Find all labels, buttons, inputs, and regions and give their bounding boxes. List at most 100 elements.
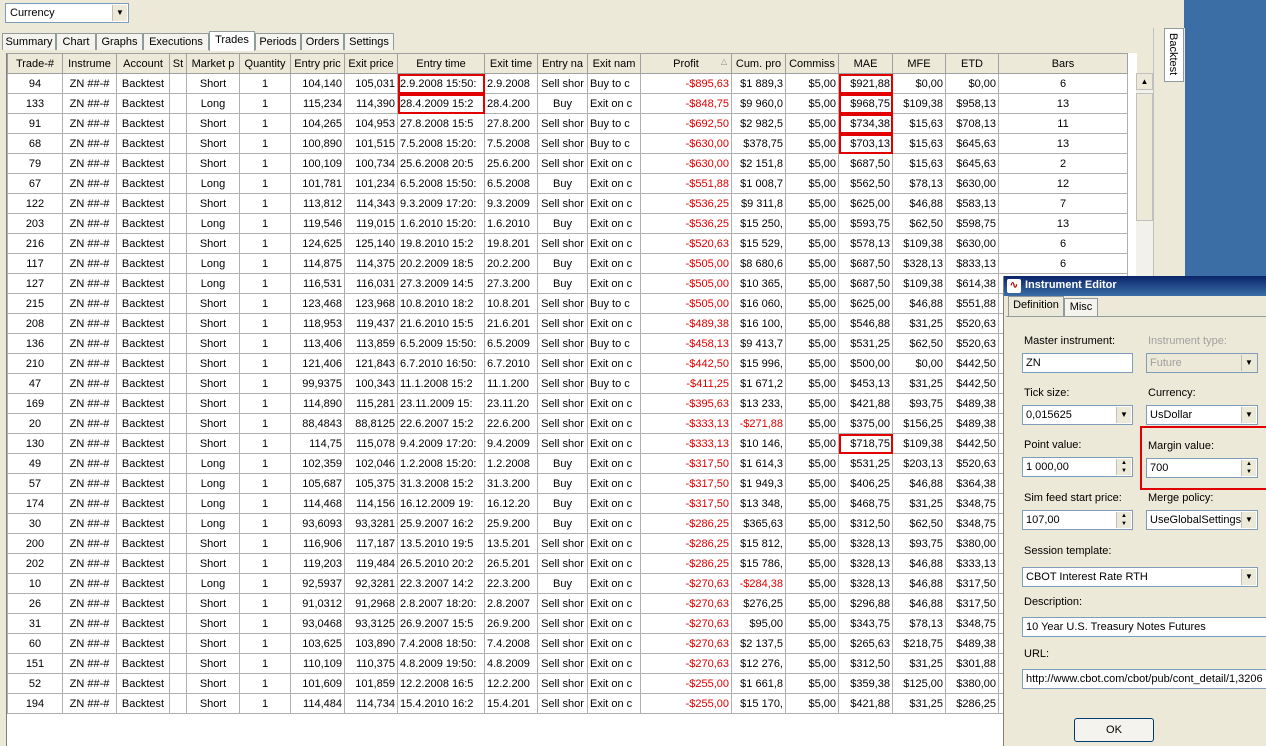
- dialog-titlebar[interactable]: ∿ Instrument Editor: [1004, 276, 1266, 296]
- description-field[interactable]: 10 Year U.S. Treasury Notes Futures: [1022, 617, 1266, 637]
- table-row[interactable]: 174 ZN ##-# Backtest Long 1 114,468 114,156 16.…: [7, 493, 1128, 514]
- table-cell: 6.5.2009: [484, 333, 538, 354]
- table-cell: 10.8.201: [484, 293, 538, 314]
- tab-chart[interactable]: Chart: [56, 33, 96, 50]
- column-header[interactable]: St: [169, 53, 187, 74]
- table-cell: $645,63: [945, 133, 999, 154]
- table-cell: $5,00: [785, 393, 839, 414]
- table-cell: Exit on c: [587, 553, 641, 574]
- table-row[interactable]: 210 ZN ##-# Backtest Short 1 121,406 121,843 6.…: [7, 353, 1128, 374]
- table-cell: 10.8.2010 18:2: [397, 293, 485, 314]
- column-header[interactable]: Profit △: [640, 53, 732, 74]
- column-header[interactable]: MAE: [838, 53, 893, 74]
- merge-policy-field[interactable]: UseGlobalSettings ▼: [1146, 510, 1258, 530]
- table-cell: $380,00: [945, 673, 999, 694]
- table-row[interactable]: 117 ZN ##-# Backtest Long 1 114,875 114,375 20.…: [7, 253, 1128, 274]
- table-row[interactable]: 49 ZN ##-# Backtest Long 1 102,359 102,046 1.2.…: [7, 453, 1128, 474]
- column-header[interactable]: Commiss: [785, 53, 839, 74]
- table-row[interactable]: 20 ZN ##-# Backtest Short 1 88,4843 88,8125 22.…: [7, 413, 1128, 434]
- column-header[interactable]: Exit time: [484, 53, 538, 74]
- table-row[interactable]: 133 ZN ##-# Backtest Long 1 115,234 114,390 28.…: [7, 93, 1128, 114]
- table-row[interactable]: 26 ZN ##-# Backtest Short 1 91,0312 91,2968 2.8…: [7, 593, 1128, 614]
- table-cell: 22.3.2007 14:2: [397, 573, 485, 594]
- column-header[interactable]: Market p: [186, 53, 240, 74]
- tick-size-field[interactable]: 0,015625 ▼: [1022, 405, 1133, 425]
- table-row[interactable]: 136 ZN ##-# Backtest Short 1 113,406 113,859 6.…: [7, 333, 1128, 354]
- table-row[interactable]: 169 ZN ##-# Backtest Short 1 114,890 115,281 23…: [7, 393, 1128, 414]
- table-cell: $5,00: [785, 633, 839, 654]
- column-header[interactable]: MFE: [892, 53, 946, 74]
- scroll-thumb[interactable]: [1136, 93, 1153, 221]
- tab-executions[interactable]: Executions: [143, 33, 209, 50]
- table-row[interactable]: 57 ZN ##-# Backtest Long 1 105,687 105,375 31.3…: [7, 473, 1128, 494]
- table-row[interactable]: 216 ZN ##-# Backtest Short 1 124,625 125,140 19…: [7, 233, 1128, 254]
- column-header[interactable]: Account: [116, 53, 170, 74]
- table-cell: 57: [7, 473, 63, 494]
- column-header[interactable]: Entry pric: [290, 53, 345, 74]
- table-row[interactable]: 127 ZN ##-# Backtest Long 1 116,531 116,031 27.…: [7, 273, 1128, 294]
- column-header[interactable]: Trade-#: [7, 53, 63, 74]
- chevron-down-icon[interactable]: ▼: [1241, 512, 1256, 528]
- table-row[interactable]: 52 ZN ##-# Backtest Short 1 101,609 101,859 12.…: [7, 673, 1128, 694]
- tab-definition[interactable]: Definition: [1008, 296, 1064, 316]
- tab-graphs[interactable]: Graphs: [96, 33, 143, 50]
- column-header[interactable]: Instrume: [62, 53, 117, 74]
- table-row[interactable]: 130 ZN ##-# Backtest Short 1 114,75 115,078 9.4…: [7, 433, 1128, 454]
- sim-feed-field[interactable]: 107,00 ▲ ▼: [1022, 510, 1133, 530]
- table-row[interactable]: 94 ZN ##-# Backtest Short 1 104,140 105,031 2.9…: [7, 73, 1128, 94]
- table-cell: $13 233,: [731, 393, 786, 414]
- column-header[interactable]: Exit price: [344, 53, 398, 74]
- table-cell: ZN ##-#: [62, 693, 117, 714]
- tab-misc[interactable]: Misc: [1064, 298, 1098, 316]
- table-row[interactable]: 194 ZN ##-# Backtest Short 1 114,484 114,734 15…: [7, 693, 1128, 714]
- point-value-field[interactable]: 1 000,00 ▲ ▼: [1022, 457, 1133, 477]
- column-header[interactable]: Exit nam: [587, 53, 641, 74]
- table-row[interactable]: 31 ZN ##-# Backtest Short 1 93,0468 93,3125 26.…: [7, 613, 1128, 634]
- chevron-down-icon[interactable]: ▼: [1241, 407, 1256, 423]
- table-row[interactable]: 203 ZN ##-# Backtest Long 1 119,546 119,015 1.6…: [7, 213, 1128, 234]
- table-row[interactable]: 151 ZN ##-# Backtest Short 1 110,109 110,375 4.…: [7, 653, 1128, 674]
- tab-settings[interactable]: Settings: [344, 33, 394, 50]
- table-cell: 1: [239, 213, 291, 234]
- table-row[interactable]: 202 ZN ##-# Backtest Short 1 119,203 119,484 26…: [7, 553, 1128, 574]
- currency-field[interactable]: UsDollar ▼: [1146, 405, 1258, 425]
- table-row[interactable]: 208 ZN ##-# Backtest Short 1 118,953 119,437 21…: [7, 313, 1128, 334]
- column-header[interactable]: Cum. pro: [731, 53, 786, 74]
- table-row[interactable]: 60 ZN ##-# Backtest Short 1 103,625 103,890 7.4…: [7, 633, 1128, 654]
- chevron-down-icon[interactable]: ▼: [112, 5, 127, 21]
- table-row[interactable]: 122 ZN ##-# Backtest Short 1 113,812 114,343 9.…: [7, 193, 1128, 214]
- chevron-down-icon[interactable]: ▼: [1241, 569, 1256, 585]
- table-cell: ZN ##-#: [62, 233, 117, 254]
- table-row[interactable]: 47 ZN ##-# Backtest Short 1 99,9375 100,343 11.…: [7, 373, 1128, 394]
- column-header[interactable]: Entry time: [397, 53, 485, 74]
- column-header[interactable]: Bars: [998, 53, 1128, 74]
- tab-orders[interactable]: Orders: [301, 33, 344, 50]
- table-row[interactable]: 68 ZN ##-# Backtest Short 1 100,890 101,515 7.5…: [7, 133, 1128, 154]
- master-instrument-field[interactable]: ZN: [1022, 353, 1133, 373]
- column-header[interactable]: Entry na: [537, 53, 588, 74]
- session-template-field[interactable]: CBOT Interest Rate RTH ▼: [1022, 567, 1258, 587]
- tab-backtest[interactable]: Backtest: [1164, 28, 1184, 82]
- tab-periods[interactable]: Periods: [255, 33, 301, 50]
- ok-button[interactable]: OK: [1074, 718, 1154, 742]
- url-field[interactable]: http://www.cbot.com/cbot/pub/cont_detail…: [1022, 669, 1266, 689]
- scroll-up-icon[interactable]: ▲: [1136, 73, 1153, 90]
- table-cell: -$270,63: [640, 573, 732, 594]
- table-row[interactable]: 215 ZN ##-# Backtest Short 1 123,468 123,968 10…: [7, 293, 1128, 314]
- spinner-icon[interactable]: ▲ ▼: [1116, 459, 1131, 475]
- column-header[interactable]: ETD: [945, 53, 999, 74]
- column-header[interactable]: Quantity: [239, 53, 291, 74]
- currency-select[interactable]: Currency ▼: [5, 3, 129, 23]
- tab-summary[interactable]: Summary: [2, 33, 56, 50]
- chevron-down-icon[interactable]: ▼: [1116, 407, 1131, 423]
- table-row[interactable]: 79 ZN ##-# Backtest Short 1 100,109 100,734 25.…: [7, 153, 1128, 174]
- table-row[interactable]: 30 ZN ##-# Backtest Long 1 93,6093 93,3281 25.9…: [7, 513, 1128, 534]
- spinner-icon[interactable]: ▲ ▼: [1116, 512, 1131, 528]
- table-row[interactable]: 91 ZN ##-# Backtest Short 1 104,265 104,953 27.…: [7, 113, 1128, 134]
- tab-trades[interactable]: Trades: [209, 31, 255, 51]
- table-cell: [169, 393, 187, 414]
- table-row[interactable]: 200 ZN ##-# Backtest Short 1 116,906 117,187 13…: [7, 533, 1128, 554]
- table-row[interactable]: 10 ZN ##-# Backtest Long 1 92,5937 92,3281 22.3…: [7, 573, 1128, 594]
- url-label: URL:: [1024, 648, 1050, 660]
- table-row[interactable]: 67 ZN ##-# Backtest Long 1 101,781 101,234 6.5.…: [7, 173, 1128, 194]
